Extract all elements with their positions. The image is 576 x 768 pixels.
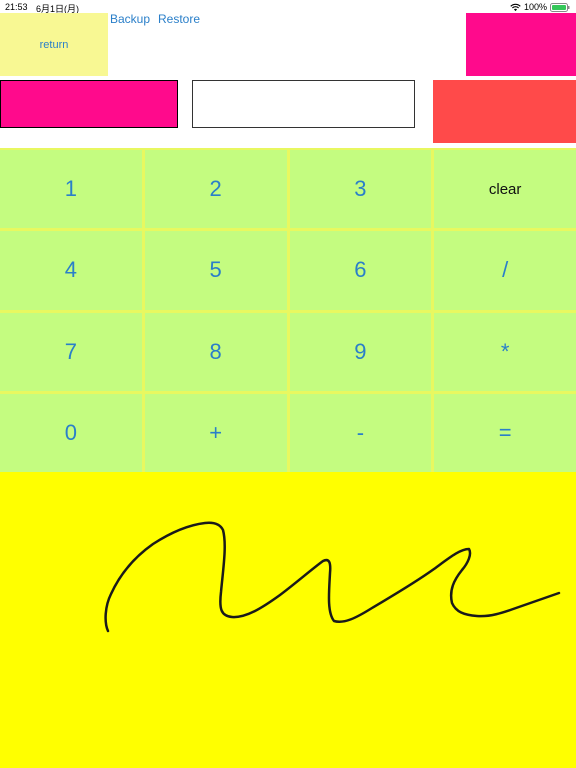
wifi-icon bbox=[510, 3, 521, 11]
status-time: 21:53 bbox=[5, 2, 28, 12]
pink-display-box bbox=[0, 80, 178, 128]
text-input[interactable] bbox=[192, 80, 415, 128]
key-2[interactable]: 2 bbox=[144, 150, 287, 229]
battery-icon bbox=[550, 2, 570, 12]
key-0[interactable]: 0 bbox=[0, 393, 142, 472]
key-4[interactable]: 4 bbox=[0, 231, 142, 310]
key-clear[interactable]: clear bbox=[434, 150, 576, 229]
key-8[interactable]: 8 bbox=[144, 312, 287, 391]
calculator-keypad: 1 2 3 clear 4 5 6 / 7 8 9 * 0 + - = bbox=[0, 148, 576, 472]
return-button[interactable]: return bbox=[0, 13, 108, 76]
status-indicators: 100% bbox=[510, 2, 570, 12]
battery-percent: 100% bbox=[523, 2, 547, 12]
key-5[interactable]: 5 bbox=[144, 231, 287, 310]
handwritten-stroke bbox=[104, 521, 561, 633]
backup-link[interactable]: Backup bbox=[110, 12, 150, 26]
key-multiply[interactable]: * bbox=[434, 312, 576, 391]
key-minus[interactable]: - bbox=[289, 393, 432, 472]
top-right-button[interactable] bbox=[466, 13, 576, 76]
restore-link[interactable]: Restore bbox=[158, 12, 200, 26]
key-equals[interactable]: = bbox=[434, 393, 576, 472]
red-button[interactable] bbox=[433, 80, 576, 143]
key-9[interactable]: 9 bbox=[289, 312, 432, 391]
key-6[interactable]: 6 bbox=[289, 231, 432, 310]
key-7[interactable]: 7 bbox=[0, 312, 142, 391]
status-bar: 21:53 6月1日(月) 100% bbox=[0, 0, 576, 14]
drawing-canvas[interactable] bbox=[0, 472, 576, 768]
key-3[interactable]: 3 bbox=[289, 150, 432, 229]
key-divide[interactable]: / bbox=[434, 231, 576, 310]
key-1[interactable]: 1 bbox=[0, 150, 142, 229]
key-plus[interactable]: + bbox=[144, 393, 287, 472]
